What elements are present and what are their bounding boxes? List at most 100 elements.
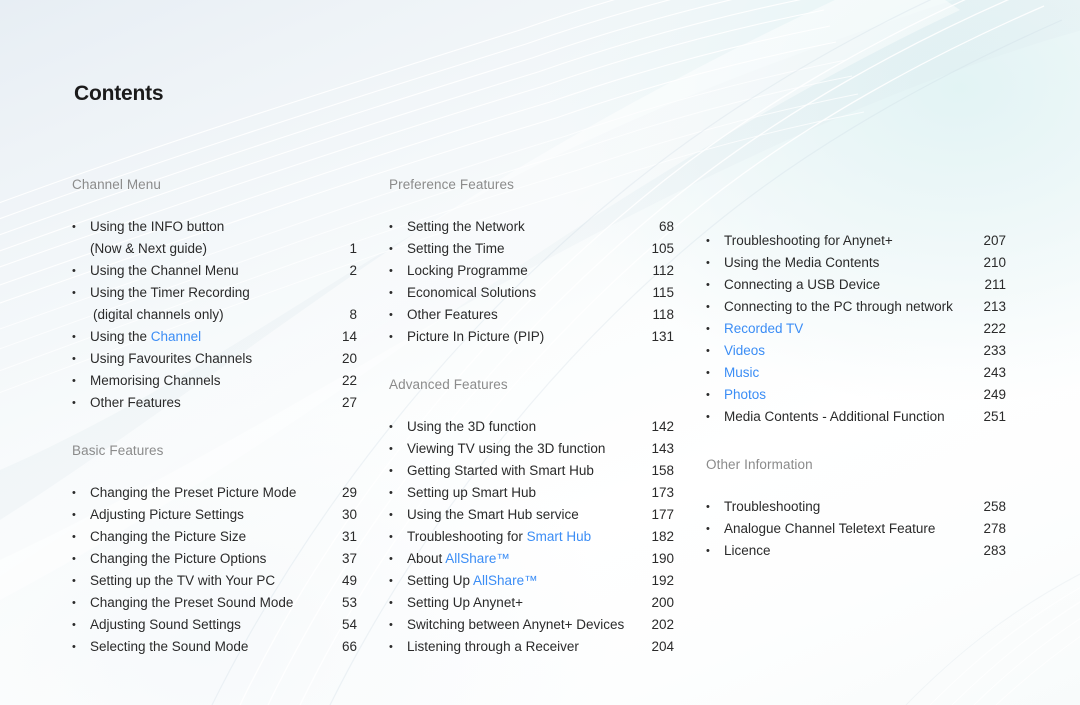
section-heading: Advanced Features (389, 377, 508, 392)
contents-entry-label: Using the Smart Hub service (407, 507, 579, 522)
contents-entry-label: Using the INFO button (90, 219, 225, 234)
contents-page-number: 53 (341, 595, 357, 610)
contents-entry[interactable]: • Changing the Picture Options 37 (72, 548, 357, 570)
contents-entry-label: Photos (724, 387, 767, 402)
contents-page-number: 131 (651, 329, 674, 344)
highlighted-term: Smart Hub (526, 529, 592, 544)
bullet-icon: • (72, 353, 76, 365)
contents-entry-label: About AllShare™ (407, 551, 510, 566)
contents-entry[interactable]: • Troubleshooting for Smart Hub 182 (389, 526, 674, 548)
contents-column-3: • Troubleshooting for Anynet+ 207 • Using th… (706, 178, 1006, 562)
bullet-icon: • (389, 287, 393, 299)
contents-entry[interactable]: • Listening through a Receiver 204 (389, 636, 674, 658)
contents-entry[interactable]: • Recorded TV 222 (706, 318, 1006, 340)
bullet-icon: • (389, 221, 393, 233)
contents-entry[interactable]: • Using the Media Contents 210 (706, 252, 1006, 274)
contents-entry[interactable]: • Adjusting Picture Settings 30 (72, 504, 357, 526)
contents-entry[interactable]: • Picture In Picture (PIP) 131 (389, 326, 674, 348)
bullet-icon: • (72, 641, 76, 653)
contents-entry-label: Adjusting Sound Settings (90, 617, 241, 632)
contents-page-number: 14 (341, 329, 357, 344)
contents-entry[interactable]: • Other Features 118 (389, 304, 674, 326)
contents-entry[interactable]: • Setting up Smart Hub 173 (389, 482, 674, 504)
contents-entry-label: Locking Programme (407, 263, 528, 278)
contents-entry[interactable]: • Using the Channel Menu 2 (72, 260, 357, 282)
bullet-icon: • (72, 375, 76, 387)
bullet-icon: • (389, 597, 393, 609)
contents-entry[interactable]: • Using the Smart Hub service 177 (389, 504, 674, 526)
contents-entry[interactable]: • Setting Up AllShare™ 192 (389, 570, 674, 592)
contents-entry[interactable]: • Viewing TV using the 3D function 143 (389, 438, 674, 460)
contents-page-number: 233 (983, 343, 1006, 358)
contents-entry[interactable]: • Other Features 27 (72, 392, 357, 414)
contents-entry-label: Economical Solutions (407, 285, 537, 300)
contents-entry[interactable]: • Economical Solutions 115 (389, 282, 674, 304)
contents-entry[interactable]: • Media Contents - Additional Function 251 (706, 406, 1006, 428)
contents-entry[interactable]: • Photos 249 (706, 384, 1006, 406)
contents-entry[interactable]: • Switching between Anynet+ Devices 202 (389, 614, 674, 636)
contents-entry[interactable]: • Using the 3D function 142 (389, 416, 674, 438)
contents-entry-label: Connecting to the PC through network (724, 299, 953, 314)
contents-entry[interactable]: • Using the Channel 14 (72, 326, 357, 348)
contents-entry-label: Setting Up AllShare™ (407, 573, 538, 588)
contents-entry[interactable]: • Changing the Preset Picture Mode 29 (72, 482, 357, 504)
bullet-icon: • (389, 443, 393, 455)
contents-page-number: 204 (651, 639, 674, 654)
contents-entry-list: • Troubleshooting for Anynet+ 207 • Using th… (706, 230, 1006, 428)
contents-entry[interactable]: • Locking Programme 112 (389, 260, 674, 282)
contents-entry[interactable]: • Videos 233 (706, 340, 1006, 362)
heading-gap (706, 178, 1006, 230)
contents-page-number: 143 (651, 441, 674, 456)
contents-entry[interactable]: • Connecting a USB Device 211 (706, 274, 1006, 296)
contents-entry-label: Using the Channel (90, 329, 202, 344)
contents-page-number: 278 (983, 521, 1006, 536)
contents-page: Contents Channel Menu • Using the INFO but… (0, 0, 1080, 705)
contents-entry[interactable]: • Using the INFO button (72, 216, 357, 238)
contents-entry-label: Analogue Channel Teletext Feature (724, 521, 936, 536)
contents-entry[interactable]: • Memorising Channels 22 (72, 370, 357, 392)
contents-page-number: 29 (341, 485, 357, 500)
contents-entry[interactable]: •(Now & Next guide)1 (72, 238, 357, 260)
contents-entry-label: Music (724, 365, 760, 380)
contents-entry[interactable]: • Setting up the TV with Your PC 49 (72, 570, 357, 592)
bullet-icon: • (706, 367, 710, 379)
bullet-icon: • (72, 265, 76, 277)
contents-page-number: 207 (983, 233, 1006, 248)
contents-entry[interactable]: • Connecting to the PC through network 213 (706, 296, 1006, 318)
contents-entry[interactable]: • Analogue Channel Teletext Feature 278 (706, 518, 1006, 540)
contents-entry[interactable]: • Setting the Network 68 (389, 216, 674, 238)
contents-entry-label: Using the Timer Recording (90, 285, 250, 300)
contents-page-number: 27 (341, 395, 357, 410)
contents-entry[interactable]: • Using the Timer Recording (72, 282, 357, 304)
section-heading: Preference Features (389, 177, 514, 192)
contents-entry[interactable]: • Setting the Time 105 (389, 238, 674, 260)
contents-entry[interactable]: • Selecting the Sound Mode 66 (72, 636, 357, 658)
contents-entry[interactable]: • Music 243 (706, 362, 1006, 384)
contents-entry[interactable]: • Getting Started with Smart Hub 158 (389, 460, 674, 482)
contents-entry[interactable]: • Troubleshooting for Anynet+ 207 (706, 230, 1006, 252)
section-heading: Channel Menu (72, 177, 162, 192)
bullet-icon: • (72, 597, 76, 609)
bullet-icon: • (72, 575, 76, 587)
contents-page-number: 200 (651, 595, 674, 610)
contents-entry-label: (digital channels only) (93, 307, 224, 322)
contents-entry[interactable]: • Changing the Preset Sound Mode 53 (72, 592, 357, 614)
contents-page-number: 190 (651, 551, 674, 566)
contents-entry-label: Changing the Preset Picture Mode (90, 485, 297, 500)
contents-entry[interactable]: • Troubleshooting 258 (706, 496, 1006, 518)
bullet-icon: • (389, 421, 393, 433)
contents-entry[interactable]: •(digital channels only)8 (72, 304, 357, 326)
contents-page-number: 211 (984, 277, 1006, 292)
contents-entry-list: • Using the 3D function 142 • Viewing TV usi… (389, 416, 674, 658)
contents-entry[interactable]: • Licence 283 (706, 540, 1006, 562)
contents-entry[interactable]: • Changing the Picture Size 31 (72, 526, 357, 548)
contents-entry[interactable]: • Setting Up Anynet+ 200 (389, 592, 674, 614)
contents-page-number: 112 (652, 263, 674, 278)
contents-entry[interactable]: • Adjusting Sound Settings 54 (72, 614, 357, 636)
contents-entry[interactable]: • Using Favourites Channels 20 (72, 348, 357, 370)
contents-page-number: 202 (651, 617, 674, 632)
contents-entry[interactable]: • About AllShare™ 190 (389, 548, 674, 570)
contents-entry-label: Troubleshooting for Smart Hub (407, 529, 592, 544)
contents-entry-list: • Setting the Network 68 • Setting the Time 1… (389, 216, 674, 348)
bullet-icon: • (706, 501, 710, 513)
